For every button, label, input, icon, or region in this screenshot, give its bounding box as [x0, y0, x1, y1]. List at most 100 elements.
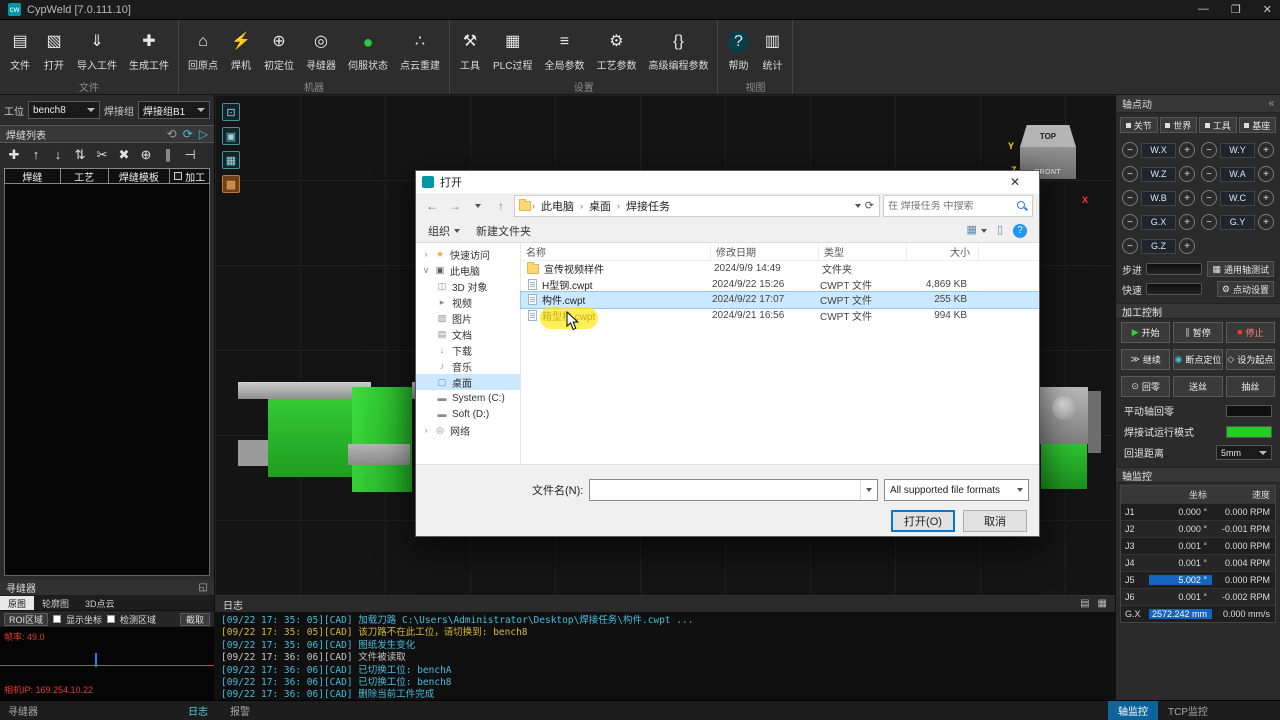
- column-header-process[interactable]: 工艺: [61, 169, 109, 183]
- nav-quick-access[interactable]: 快速访问: [416, 246, 520, 262]
- axis-test-button[interactable]: 通用轴测试: [1207, 261, 1274, 277]
- open-button[interactable]: 打开: [37, 23, 71, 79]
- chevron-down-icon[interactable]: [422, 265, 430, 276]
- chevron-right-icon[interactable]: [422, 425, 430, 435]
- tools-button[interactable]: 工具: [453, 23, 487, 79]
- jog-minus-button[interactable]: [1201, 190, 1217, 206]
- dialog-close-button[interactable]: [997, 171, 1033, 193]
- breadcrumb-this-pc[interactable]: 此电脑: [536, 198, 579, 214]
- show-coords-checkbox[interactable]: [53, 615, 61, 623]
- views-button[interactable]: [967, 225, 987, 236]
- servo-status-button[interactable]: 伺服状态: [342, 23, 394, 79]
- jog-minus-button[interactable]: [1122, 142, 1138, 158]
- jog-plus-button[interactable]: [1258, 190, 1274, 206]
- help-icon[interactable]: [1013, 224, 1027, 238]
- nav-this-pc[interactable]: 此电脑: [416, 262, 520, 278]
- detect-region-checkbox[interactable]: [107, 615, 115, 623]
- close-button[interactable]: [1263, 3, 1272, 16]
- jog-plus-button[interactable]: [1258, 142, 1274, 158]
- column-header-seam[interactable]: 焊缝: [5, 169, 61, 183]
- camera-image[interactable]: 帧率: 49.0 相机IP: 169.254.10.22: [0, 627, 214, 700]
- file-row[interactable]: 宣传视频样件 2024/9/9 14:49 文件夹: [521, 261, 1039, 277]
- cut-icon[interactable]: [95, 148, 109, 161]
- advanced-program-params-button[interactable]: 高级编程参数: [642, 23, 714, 79]
- weld-group-select[interactable]: 焊接组B1: [138, 101, 210, 119]
- chevron-right-icon[interactable]: [422, 249, 430, 259]
- plc-process-button[interactable]: PLC过程: [487, 23, 538, 79]
- minimize-button[interactable]: [1198, 3, 1209, 16]
- tab-tool[interactable]: 工具: [1199, 117, 1237, 133]
- jog-plus-button[interactable]: [1179, 166, 1195, 182]
- jog-minus-button[interactable]: [1201, 142, 1217, 158]
- clear-log-icon[interactable]: [1098, 599, 1107, 609]
- jog-minus-button[interactable]: [1122, 166, 1138, 182]
- pause-button[interactable]: 暂停: [1173, 322, 1222, 343]
- refresh-icon[interactable]: [167, 128, 177, 140]
- capture-view-icon[interactable]: [222, 151, 240, 169]
- jog-settings-button[interactable]: 点动设置: [1217, 281, 1274, 297]
- help-button[interactable]: 帮助: [721, 23, 755, 79]
- address-dropdown-icon[interactable]: [855, 204, 861, 208]
- new-folder-button[interactable]: 新建文件夹: [476, 223, 531, 239]
- add-seam-icon[interactable]: [7, 148, 21, 161]
- nav-system-c[interactable]: System (C:): [416, 390, 520, 406]
- file-row-selected[interactable]: 构件.cwpt 2024/9/22 17:07 CWPT 文件 255 KB: [521, 292, 1039, 308]
- jog-minus-button[interactable]: [1122, 238, 1138, 254]
- import-workpiece-button[interactable]: 导入工件: [71, 23, 123, 79]
- filename-combo[interactable]: [589, 479, 878, 501]
- nav-soft-d[interactable]: Soft (D:): [416, 406, 520, 422]
- column-header-type[interactable]: 类型: [819, 243, 907, 260]
- move-up-icon[interactable]: [29, 148, 43, 161]
- collapse-icon[interactable]: [1268, 99, 1274, 109]
- filetype-select[interactable]: All supported file formats: [884, 479, 1029, 501]
- filename-dropdown[interactable]: [860, 480, 877, 500]
- fast-slider[interactable]: [1146, 283, 1202, 295]
- statusbar-log-tab[interactable]: 日志: [188, 703, 208, 718]
- fit-view-icon[interactable]: [222, 127, 240, 145]
- tab-world[interactable]: 世界: [1160, 117, 1198, 133]
- jog-minus-button[interactable]: [1122, 214, 1138, 230]
- set-start-button[interactable]: 设为起点: [1226, 349, 1275, 370]
- columns-icon[interactable]: [161, 148, 175, 161]
- search-icon[interactable]: [1017, 201, 1028, 212]
- nav-pictures[interactable]: 图片: [416, 310, 520, 326]
- target-icon[interactable]: [139, 148, 153, 161]
- tab-contour[interactable]: 轮廓图: [34, 596, 77, 610]
- file-row[interactable]: H型钢.cwpt 2024/9/22 15:26 CWPT 文件 4,869 K…: [521, 277, 1039, 293]
- up-button[interactable]: ↑: [491, 196, 511, 216]
- column-header-template[interactable]: 焊缝模板: [109, 169, 171, 183]
- move-down-icon[interactable]: [51, 148, 65, 161]
- global-params-button[interactable]: 全局参数: [538, 23, 590, 79]
- nav-music[interactable]: 音乐: [416, 358, 520, 374]
- capture-button[interactable]: 截取: [180, 613, 210, 626]
- retreat-distance-select[interactable]: 5mm: [1216, 445, 1272, 460]
- log-body[interactable]: [09/22 17: 35: 05][CAD] 加载刀路 C:\Users\Ad…: [215, 612, 1115, 705]
- tab-raw-image[interactable]: 原图: [0, 596, 34, 610]
- view-cube-top-face[interactable]: TOP: [1020, 125, 1076, 147]
- tab-base[interactable]: 基座: [1239, 117, 1277, 133]
- nav-videos[interactable]: 视频: [416, 294, 520, 310]
- statusbar-tcp-monitor-tab[interactable]: TCP监控: [1158, 701, 1218, 720]
- wire-feed-button[interactable]: 送丝: [1173, 376, 1222, 397]
- station-select[interactable]: bench8: [28, 101, 100, 119]
- history-dropdown[interactable]: [468, 196, 488, 216]
- search-box[interactable]: [883, 195, 1033, 217]
- forward-button[interactable]: →: [445, 196, 465, 216]
- organize-button[interactable]: 组织: [428, 223, 460, 239]
- initial-position-button[interactable]: 初定位: [258, 23, 300, 79]
- align-icon[interactable]: [183, 148, 197, 161]
- search-input[interactable]: [888, 201, 1014, 212]
- nav-desktop[interactable]: 桌面: [416, 374, 520, 390]
- jog-minus-button[interactable]: [1122, 190, 1138, 206]
- address-bar[interactable]: 此电脑 桌面 焊接任务: [514, 195, 880, 217]
- cancel-button[interactable]: 取消: [963, 510, 1027, 532]
- breadcrumb-desktop[interactable]: 桌面: [584, 198, 616, 214]
- tab-joint[interactable]: 关节: [1120, 117, 1158, 133]
- file-button[interactable]: 文件: [3, 23, 37, 79]
- statusbar-axis-monitor-tab[interactable]: 轴监控: [1108, 701, 1158, 720]
- column-header-machining[interactable]: 加工: [170, 169, 209, 183]
- welder-button[interactable]: 焊机: [224, 23, 258, 79]
- refresh-icon[interactable]: [865, 201, 874, 212]
- swap-icon[interactable]: [73, 148, 87, 161]
- jog-plus-button[interactable]: [1179, 238, 1195, 254]
